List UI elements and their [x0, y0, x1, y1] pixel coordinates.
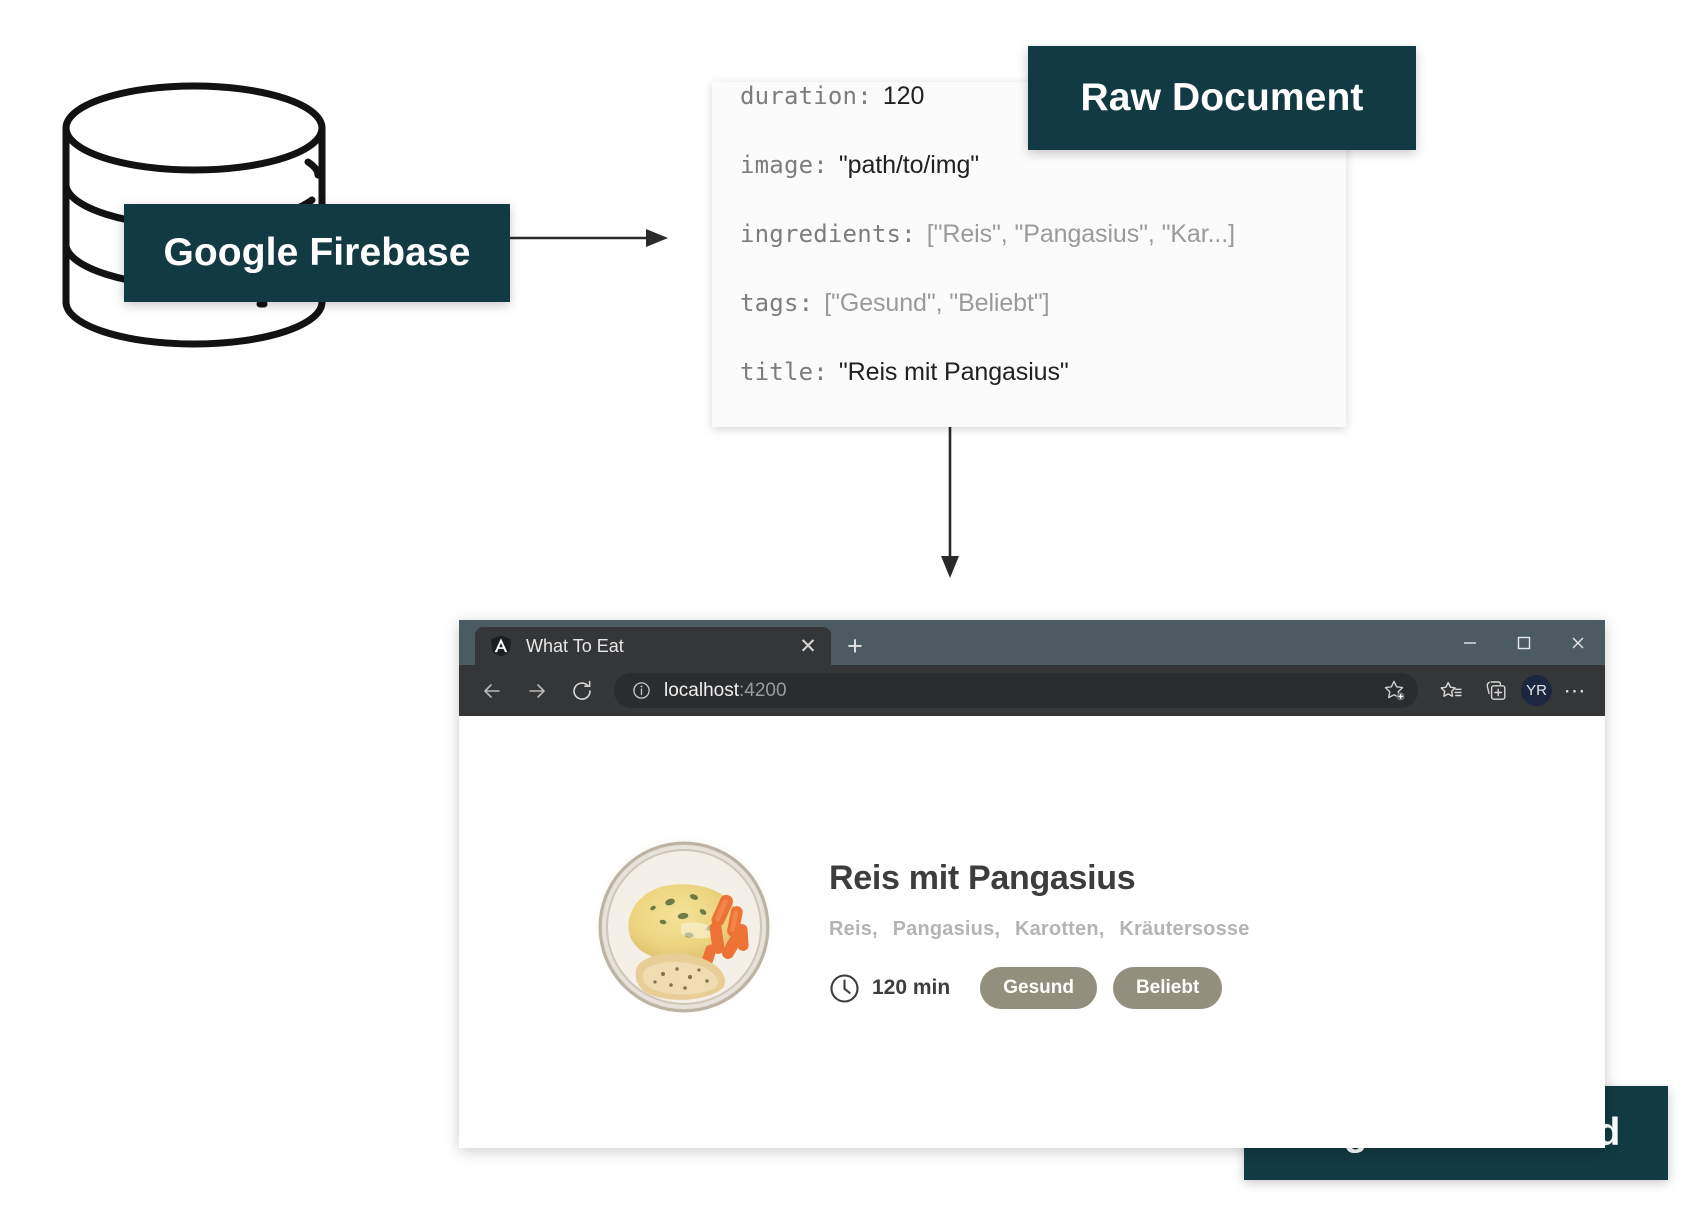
- address-bar-text[interactable]: localhost:4200: [664, 680, 1378, 702]
- forward-arrow-icon[interactable]: [514, 668, 559, 713]
- back-arrow-icon[interactable]: [469, 668, 514, 713]
- recipe-tag-gesund[interactable]: Gesund: [980, 967, 1097, 1009]
- field-key: image:: [740, 151, 828, 179]
- profile-avatar[interactable]: YR: [1521, 675, 1552, 706]
- recipe-card: Reis mit Pangasius Reis, Pangasius, Karo…: [595, 836, 1259, 1014]
- tab-strip: What To Eat ✕ +: [459, 620, 1605, 665]
- field-value: 120: [882, 82, 925, 110]
- field-value: ["Reis", "Pangasius", "Kar...]: [926, 220, 1235, 248]
- star-plus-icon[interactable]: [1378, 674, 1412, 708]
- tab-title: What To Eat: [526, 635, 624, 656]
- ingredient-item: Pangasius,: [892, 918, 1001, 940]
- field-key: ingredients:: [740, 220, 916, 248]
- recipe-details: Reis mit Pangasius Reis, Pangasius, Karo…: [829, 836, 1259, 1009]
- recipe-photo: [595, 836, 773, 1014]
- site-info-icon[interactable]: [628, 678, 654, 704]
- diagram-canvas: duration: 120 image: "path/to/img" ingre…: [0, 0, 1682, 1206]
- field-key: tags:: [740, 289, 814, 317]
- label-google-firebase: Google Firebase: [124, 204, 510, 302]
- recipe-title: Reis mit Pangasius: [829, 859, 1136, 897]
- ingredient-item: Reis,: [829, 918, 878, 940]
- url-host: localhost: [664, 679, 739, 701]
- document-field-title: title: "Reis mit Pangasius": [712, 358, 1346, 427]
- recipe-ingredients: Reis, Pangasius, Karotten, Kräutersosse: [829, 918, 1259, 941]
- browser-window: What To Eat ✕ + localhost:4200 YR ⋯ Reis…: [459, 620, 1605, 1148]
- document-field-image: image: "path/to/img": [712, 151, 1346, 220]
- field-value: "path/to/img": [838, 151, 980, 179]
- angular-shield-icon: [489, 634, 513, 658]
- browser-toolbar: localhost:4200 YR ⋯: [459, 665, 1605, 716]
- ingredient-item: Karotten,: [1014, 918, 1105, 940]
- recipe-duration: 120 min: [872, 976, 951, 999]
- field-key: duration:: [740, 82, 872, 110]
- close-icon[interactable]: [1551, 620, 1605, 665]
- field-value: ["Gesund", "Beliebt"]: [824, 289, 1050, 317]
- collections-icon[interactable]: [1473, 668, 1518, 713]
- ingredient-item: Kräutersosse: [1119, 918, 1250, 940]
- address-bar[interactable]: localhost:4200: [614, 673, 1418, 708]
- url-port: :4200: [739, 679, 787, 701]
- close-tab-icon[interactable]: ✕: [795, 633, 821, 659]
- document-field-tags: tags: ["Gesund", "Beliebt"]: [712, 289, 1346, 358]
- reload-icon[interactable]: [559, 668, 604, 713]
- page-viewport: Reis mit Pangasius Reis, Pangasius, Karo…: [459, 716, 1605, 1148]
- recipe-tag-beliebt[interactable]: Beliebt: [1112, 967, 1223, 1009]
- clock-icon: [829, 973, 860, 1004]
- more-menu-icon[interactable]: ⋯: [1555, 671, 1595, 711]
- document-field-ingredients: ingredients: ["Reis", "Pangasius", "Kar.…: [712, 220, 1346, 289]
- label-raw-document: Raw Document: [1028, 46, 1416, 150]
- field-key: title:: [740, 358, 828, 386]
- browser-tab-what-to-eat[interactable]: What To Eat ✕: [475, 627, 831, 665]
- minimize-icon[interactable]: [1443, 620, 1497, 665]
- recipe-meta-row: 120 min Gesund Beliebt: [829, 967, 1259, 1009]
- window-controls: [1443, 620, 1605, 665]
- new-tab-button[interactable]: +: [831, 627, 879, 665]
- favorites-list-icon[interactable]: [1428, 668, 1473, 713]
- maximize-icon[interactable]: [1497, 620, 1551, 665]
- field-value: "Reis mit Pangasius": [838, 358, 1069, 386]
